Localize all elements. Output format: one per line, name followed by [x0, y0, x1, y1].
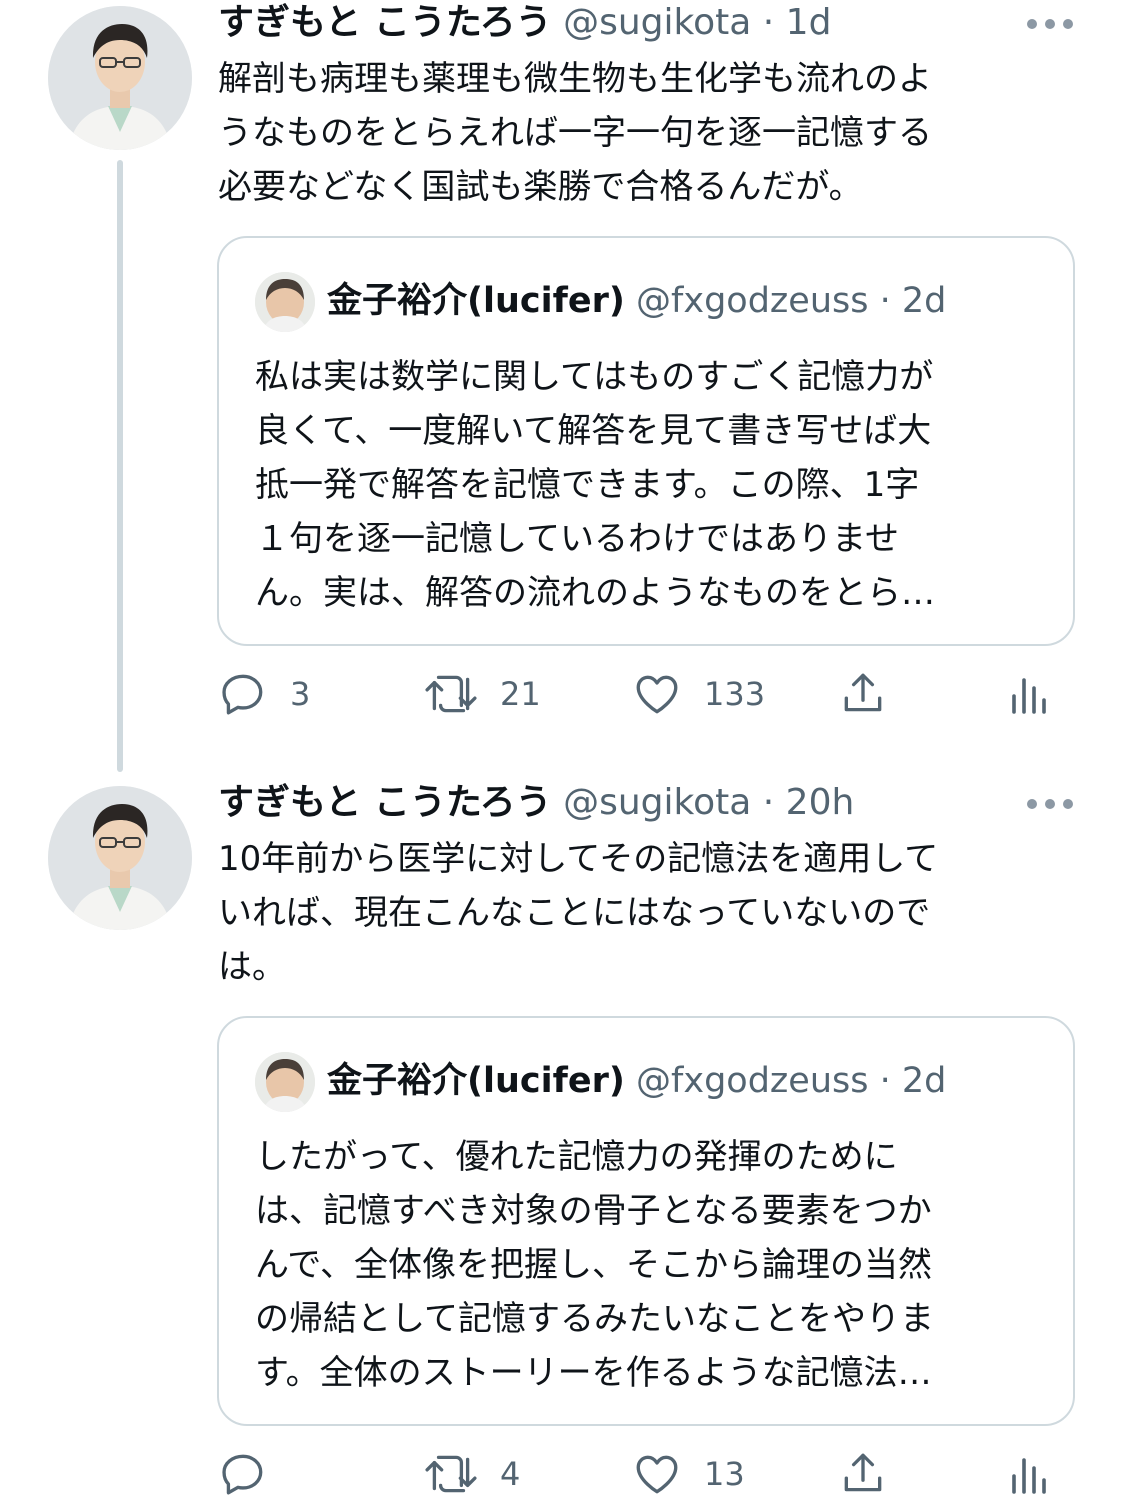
author-avatar[interactable] — [48, 6, 192, 150]
author-handle[interactable]: @sugikota — [563, 2, 751, 43]
share-icon — [844, 1453, 882, 1492]
reply-icon — [222, 1454, 263, 1495]
quoted-tweet-text: 私は実は数学に関してはものすごく記憶力が 良くて、一度解いて解答を見て書き写せば… — [255, 357, 935, 613]
tweet[interactable]: すぎもと こうたろう @sugikota · 1d 解剖も病理も薬理も微生物も生… — [0, 0, 1125, 780]
tweet-header: すぎもと こうたろう @sugikota · 20h — [218, 780, 1085, 826]
retweet-count: 4 — [500, 1455, 521, 1493]
separator-dot: · — [762, 782, 775, 823]
tweet-text: 解剖も病理も薬理も微生物も生化学も流れのよ うなものをとらえれば一字一句を逐一記… — [218, 59, 932, 207]
author-name[interactable]: すぎもと こうたろう — [218, 2, 552, 43]
quoted-tweet-header: 金子裕介(lucifer) @fxgodzeuss · 2d — [327, 1056, 1053, 1106]
tweet-header: すぎもと こうたろう @sugikota · 1d — [218, 0, 1085, 46]
quoted-author-avatar — [255, 272, 315, 332]
retweet-icon — [425, 675, 477, 713]
reply-button[interactable] — [218, 1444, 290, 1504]
share-button[interactable] — [838, 1444, 888, 1504]
reply-button[interactable]: 3 — [218, 664, 310, 724]
quoted-tweet[interactable]: 金子裕介(lucifer) @fxgodzeuss · 2d したがって、優れた… — [217, 1016, 1075, 1426]
analytics-icon — [1012, 678, 1046, 714]
more-icon[interactable] — [1027, 794, 1073, 814]
thread-connector-line — [117, 160, 123, 772]
like-icon — [636, 675, 678, 714]
quoted-author-avatar — [255, 1052, 315, 1112]
tweet[interactable]: すぎもと こうたろう @sugikota · 20h 10年前から医学に対してそ… — [0, 780, 1125, 1496]
quoted-author-handle: @fxgodzeuss — [636, 1061, 869, 1101]
analytics-button[interactable] — [1008, 664, 1048, 724]
quoted-tweet-timestamp: 2d — [901, 281, 947, 321]
separator-dot: · — [879, 281, 891, 321]
reply-icon — [222, 674, 263, 715]
retweet-count: 21 — [500, 675, 541, 713]
avatar-image — [48, 6, 192, 150]
quoted-tweet-text: したがって、優れた記憶力の発揮のために は、記憶すべき対象の骨子となる要素をつか… — [255, 1137, 934, 1393]
tweet-timestamp[interactable]: 1d — [786, 2, 832, 43]
share-button[interactable] — [838, 664, 888, 724]
tweet-actions: 3 21 133 — [218, 664, 1125, 724]
like-count: 133 — [704, 675, 766, 713]
separator-dot: · — [879, 1061, 891, 1101]
retweet-button[interactable]: 4 — [424, 1444, 520, 1504]
quoted-tweet-timestamp: 2d — [901, 1061, 947, 1101]
quoted-author-name: 金子裕介(lucifer) — [327, 1061, 625, 1101]
author-avatar[interactable] — [48, 786, 192, 930]
tweet-text: 10年前から医学に対してその記憶法を適用して いれば、現在こんなことにはなってい… — [218, 839, 939, 987]
quoted-tweet[interactable]: 金子裕介(lucifer) @fxgodzeuss · 2d 私は実は数学に関し… — [217, 236, 1075, 646]
retweet-icon — [425, 1455, 477, 1493]
quoted-author-name: 金子裕介(lucifer) — [327, 281, 625, 321]
quoted-tweet-header: 金子裕介(lucifer) @fxgodzeuss · 2d — [327, 276, 1053, 326]
like-icon — [636, 1455, 678, 1494]
reply-count: 3 — [290, 675, 311, 713]
like-button[interactable]: 133 — [632, 664, 765, 724]
tweet-timestamp[interactable]: 20h — [786, 782, 855, 823]
separator-dot: · — [762, 2, 775, 43]
tweet-actions: 4 13 — [218, 1444, 1125, 1504]
like-button[interactable]: 13 — [632, 1444, 745, 1504]
share-icon — [844, 673, 882, 712]
quoted-avatar-image — [255, 272, 315, 332]
author-handle[interactable]: @sugikota — [563, 782, 751, 823]
quoted-avatar-image — [255, 1052, 315, 1112]
like-count: 13 — [704, 1455, 745, 1493]
analytics-icon — [1012, 1458, 1046, 1494]
author-name[interactable]: すぎもと こうたろう — [218, 782, 552, 823]
retweet-button[interactable]: 21 — [424, 664, 541, 724]
more-icon[interactable] — [1027, 14, 1073, 34]
quoted-author-handle: @fxgodzeuss — [636, 281, 869, 321]
analytics-button[interactable] — [1008, 1444, 1048, 1504]
avatar-image — [48, 786, 192, 930]
